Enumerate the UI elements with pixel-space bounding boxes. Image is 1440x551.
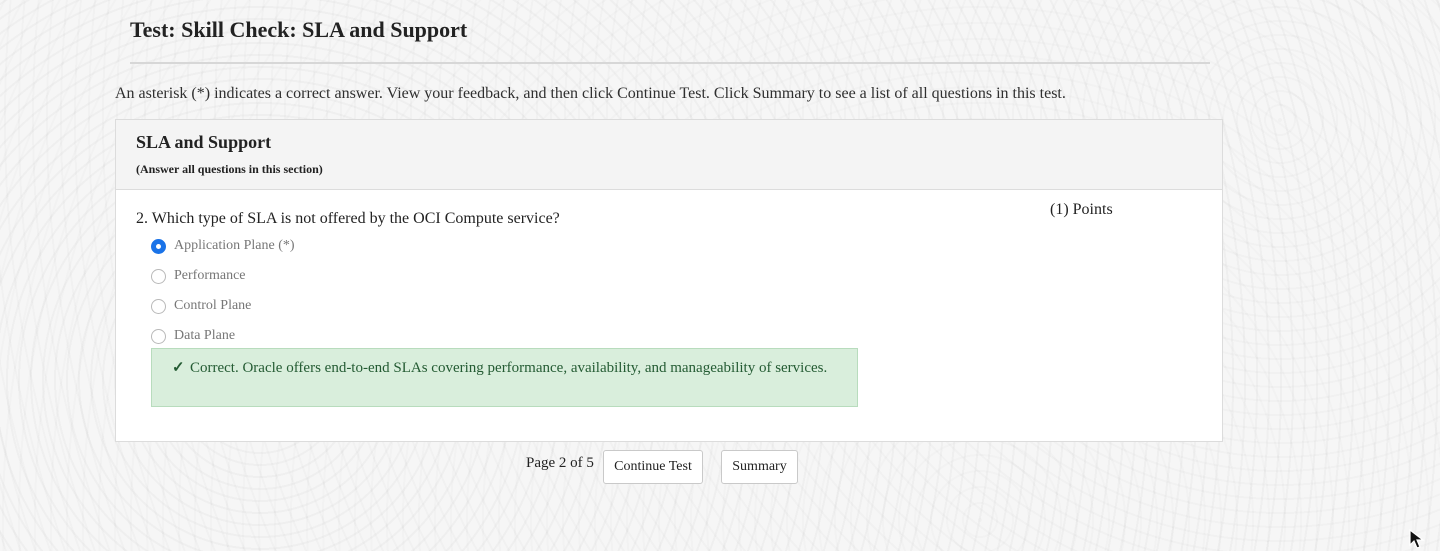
answer-option-data-plane[interactable]: Data Plane [151, 328, 235, 344]
answer-option-label: Application Plane (*) [174, 238, 295, 253]
mouse-pointer-icon [1409, 529, 1425, 549]
page-title: Test: Skill Check: SLA and Support [130, 17, 468, 42]
radio-unselected-icon[interactable] [151, 328, 166, 344]
feedback-text: Correct. Oracle offers end-to-end SLAs c… [190, 360, 828, 376]
answer-option-label: Performance [174, 268, 246, 283]
answer-option-control-plane[interactable]: Control Plane [151, 298, 251, 314]
answer-option-label: Data Plane [174, 328, 236, 343]
test-instruction: An asterisk (*) indicates a correct answ… [115, 85, 1066, 102]
title-divider [130, 62, 1210, 64]
section-subtitle: (Answer all questions in this section) [136, 162, 323, 176]
check-icon: ✓ [172, 360, 185, 376]
section-title: SLA and Support [136, 132, 272, 152]
correct-feedback: ✓ Correct. Oracle offers end-to-end SLAs … [151, 348, 858, 407]
question-text: 2. Which type of SLA is not offered by t… [136, 210, 560, 227]
answer-option-performance[interactable]: Performance [151, 268, 246, 284]
page-indicator: Page 2 of 5 [526, 455, 594, 471]
summary-button[interactable]: Summary [721, 450, 798, 484]
radio-selected-icon[interactable] [151, 238, 166, 254]
radio-unselected-icon[interactable] [151, 298, 166, 314]
question-points: (1) Points [1050, 201, 1113, 218]
question-panel: SLA and Support (Answer all questions in… [115, 119, 1223, 442]
answer-option-label: Control Plane [174, 298, 252, 313]
answer-option-application-plane[interactable]: Application Plane (*) [151, 238, 295, 254]
continue-test-button[interactable]: Continue Test [603, 450, 703, 484]
radio-unselected-icon[interactable] [151, 268, 166, 284]
quiz-page: Test: Skill Check: SLA and Support An as… [0, 0, 1440, 551]
section-header: SLA and Support (Answer all questions in… [116, 120, 1222, 190]
